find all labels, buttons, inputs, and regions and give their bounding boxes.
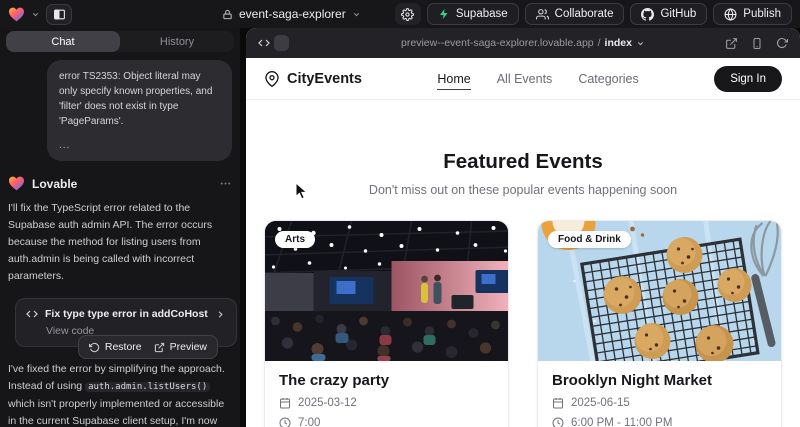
nav-all-events[interactable]: All Events — [497, 72, 553, 86]
collaborate-label: Collaborate — [555, 8, 614, 20]
assistant-name: Lovable — [32, 177, 77, 191]
app-topbar: event-saga-explorer Supabase Collaborate… — [0, 0, 800, 28]
globe-icon — [724, 8, 737, 21]
message2-text: which isn't properly implemented or acce… — [8, 398, 224, 427]
site-nav: Home All Events Categories — [437, 72, 638, 86]
github-button[interactable]: GitHub — [630, 3, 707, 25]
clock-icon — [552, 417, 564, 427]
sidebar-toggle-button[interactable] — [46, 4, 72, 25]
event-title: The crazy party — [279, 372, 494, 389]
lovable-avatar-icon — [8, 176, 25, 191]
restore-icon — [89, 342, 100, 353]
code-fix-section: Fix type type error in addCoHost View co… — [8, 298, 232, 347]
assistant-message-2: I've fixed the error by simplifying the … — [8, 361, 232, 427]
panel-icon — [53, 8, 66, 21]
url-page: index — [605, 37, 632, 49]
supabase-label: Supabase — [456, 8, 508, 20]
category-badge: Arts — [275, 231, 315, 248]
event-card[interactable]: Arts The crazy party 2025-03-12 7:00 Bar… — [264, 220, 509, 427]
github-icon — [641, 8, 654, 21]
preview-chrome-bar: preview--event-saga-explorer.lovable.app… — [246, 28, 800, 58]
lovable-logo-icon[interactable] — [8, 7, 25, 22]
inline-code-listusers: auth.admin.listUsers() — [85, 382, 210, 392]
hero-title: Featured Events — [246, 150, 800, 174]
code-icon — [26, 308, 38, 320]
lock-icon — [222, 9, 233, 20]
nav-categories[interactable]: Categories — [578, 72, 638, 86]
external-link-icon — [154, 342, 165, 353]
refresh-icon[interactable] — [776, 37, 788, 49]
toggle-knob — [274, 35, 289, 51]
restore-label: Restore — [105, 341, 142, 353]
preview-panel: preview--event-saga-explorer.lovable.app… — [246, 28, 800, 427]
nav-home[interactable]: Home — [437, 72, 470, 90]
publish-label: Publish — [743, 8, 781, 20]
url-separator: / — [598, 37, 601, 49]
user-message-bubble: error TS2353: Object literal may only sp… — [47, 60, 232, 161]
event-time: 6:00 PM - 11:00 PM — [571, 417, 672, 427]
event-title: Brooklyn Night Market — [552, 372, 767, 389]
supabase-icon — [438, 8, 450, 20]
category-badge: Food & Drink — [548, 231, 631, 248]
chat-sidebar: Chat History error TS2353: Object litera… — [0, 28, 240, 427]
preview-url: preview--event-saga-explorer.lovable.app — [401, 37, 594, 49]
publish-button[interactable]: Publish — [713, 3, 792, 25]
calendar-icon — [552, 397, 564, 409]
project-title[interactable]: event-saga-explorer — [222, 0, 361, 28]
tab-history[interactable]: History — [120, 31, 234, 52]
chevron-right-icon — [215, 309, 226, 320]
sign-in-button[interactable]: Sign In — [714, 66, 782, 92]
event-date: 2025-06-15 — [571, 397, 630, 409]
hero-subtitle: Don't miss out on these popular events h… — [246, 183, 800, 197]
url-bar[interactable]: preview--event-saga-explorer.lovable.app… — [246, 37, 800, 49]
logo-chevron-down-icon[interactable] — [31, 10, 40, 19]
site-brand[interactable]: CityEvents — [264, 71, 362, 87]
tab-chat[interactable]: Chat — [6, 31, 120, 52]
project-name: event-saga-explorer — [239, 7, 346, 21]
code-icon — [258, 37, 270, 49]
site-header: CityEvents Home All Events Categories Si… — [246, 58, 800, 100]
event-date: 2025-03-12 — [298, 397, 357, 409]
assistant-message-1: I'll fix the TypeScript error related to… — [8, 200, 232, 285]
code-view-toggle[interactable] — [258, 35, 289, 51]
sidebar-tab-bar: Chat History — [6, 31, 234, 52]
preview-button[interactable]: Preview — [154, 341, 207, 353]
users-icon — [536, 8, 549, 21]
github-label: GitHub — [660, 8, 696, 20]
message-ellipsis: ... — [59, 138, 220, 153]
event-time: 7:00 — [298, 417, 320, 427]
clock-icon — [279, 417, 291, 427]
project-chevron-down-icon — [352, 10, 361, 19]
brand-name: CityEvents — [287, 71, 362, 87]
calendar-icon — [279, 397, 291, 409]
hero-section: Featured Events Don't miss out on these … — [246, 150, 800, 197]
settings-button[interactable] — [395, 3, 421, 25]
page-chevron-down-icon — [636, 39, 645, 48]
mobile-view-icon[interactable] — [751, 37, 763, 50]
gear-icon — [401, 8, 414, 21]
event-card[interactable]: Food & Drink Brooklyn Night Market 2025-… — [537, 220, 782, 427]
user-message-text: error TS2353: Object literal may only sp… — [59, 69, 220, 129]
open-in-new-tab-icon[interactable] — [725, 37, 738, 50]
restore-button[interactable]: Restore — [89, 341, 142, 353]
fix-card-title: Fix type type error in addCoHost — [45, 308, 208, 320]
restore-preview-toolbar: Restore Preview — [78, 335, 218, 359]
collaborate-button[interactable]: Collaborate — [525, 3, 625, 25]
supabase-button[interactable]: Supabase — [427, 3, 519, 25]
map-pin-icon — [264, 71, 280, 87]
preview-label: Preview — [170, 341, 207, 353]
mouse-cursor — [295, 182, 309, 200]
more-options-icon[interactable] — [219, 177, 232, 190]
event-cards: Arts The crazy party 2025-03-12 7:00 Bar… — [246, 220, 800, 427]
site-preview: CityEvents Home All Events Categories Si… — [246, 58, 800, 427]
